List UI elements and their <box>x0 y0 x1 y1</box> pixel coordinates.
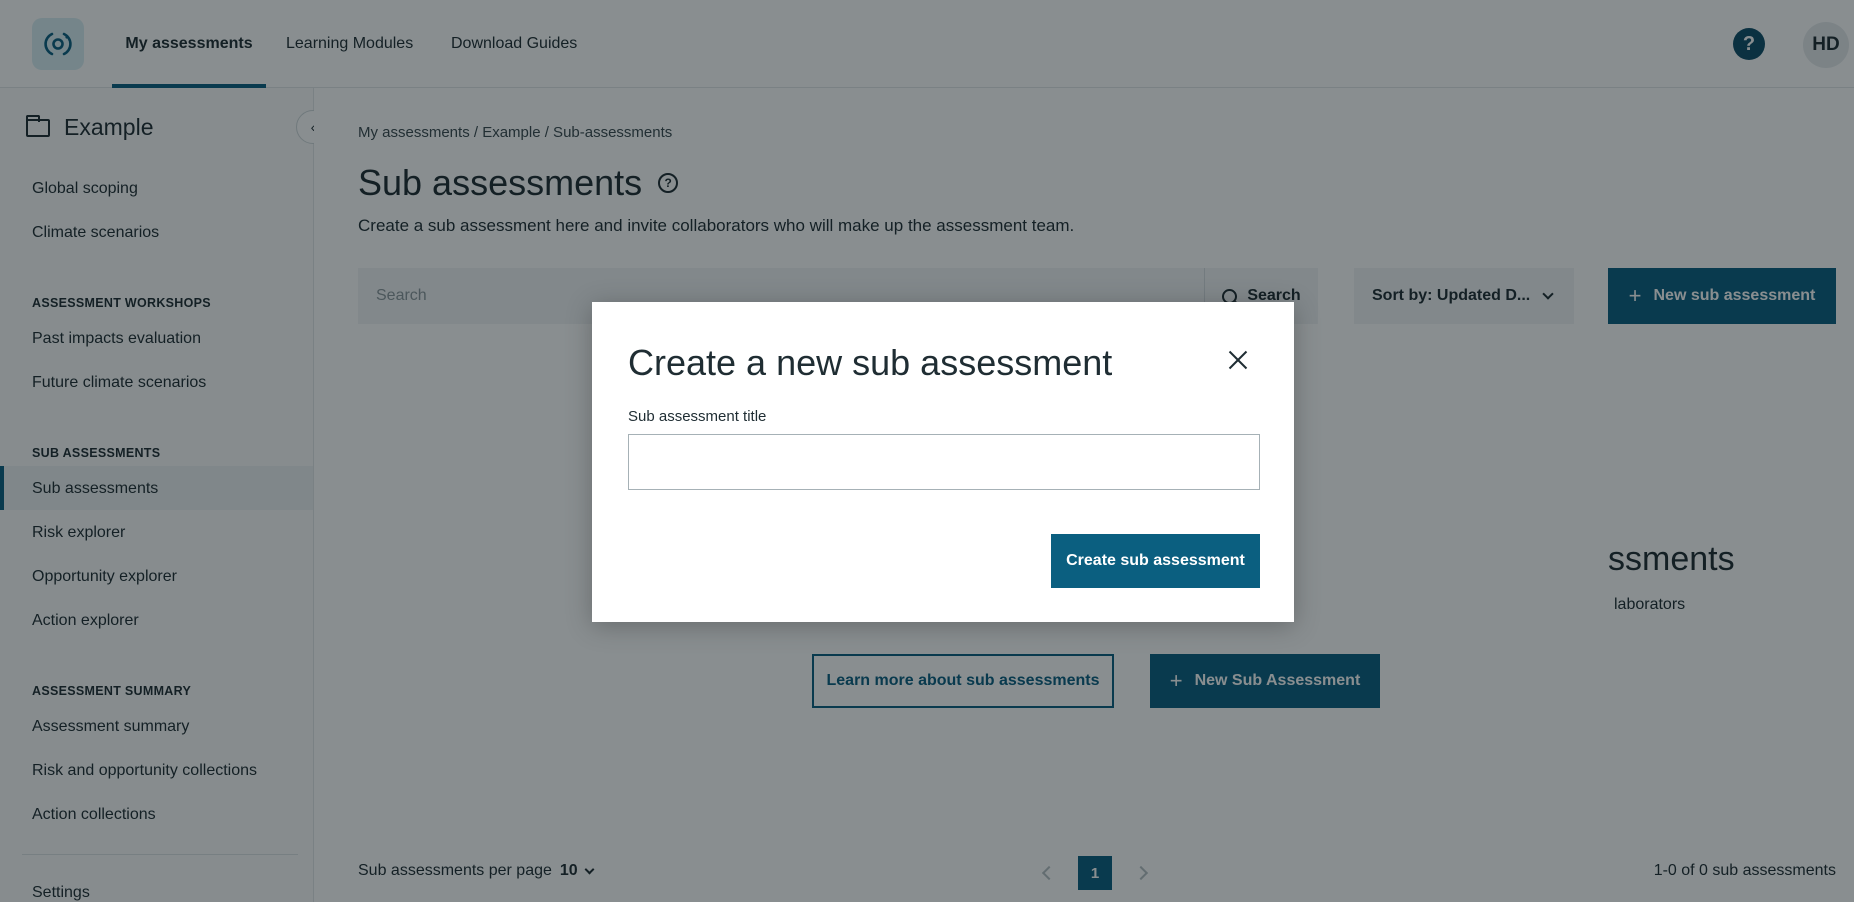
create-sub-assessment-dialog: Create a new sub assessment Sub assessme… <box>592 302 1294 622</box>
sub-assessment-title-input[interactable] <box>628 434 1260 490</box>
dialog-title: Create a new sub assessment <box>628 342 1113 383</box>
create-sub-assessment-button[interactable]: Create sub assessment <box>1051 534 1260 588</box>
title-field-label: Sub assessment title <box>628 408 767 425</box>
close-icon[interactable] <box>1224 346 1252 374</box>
